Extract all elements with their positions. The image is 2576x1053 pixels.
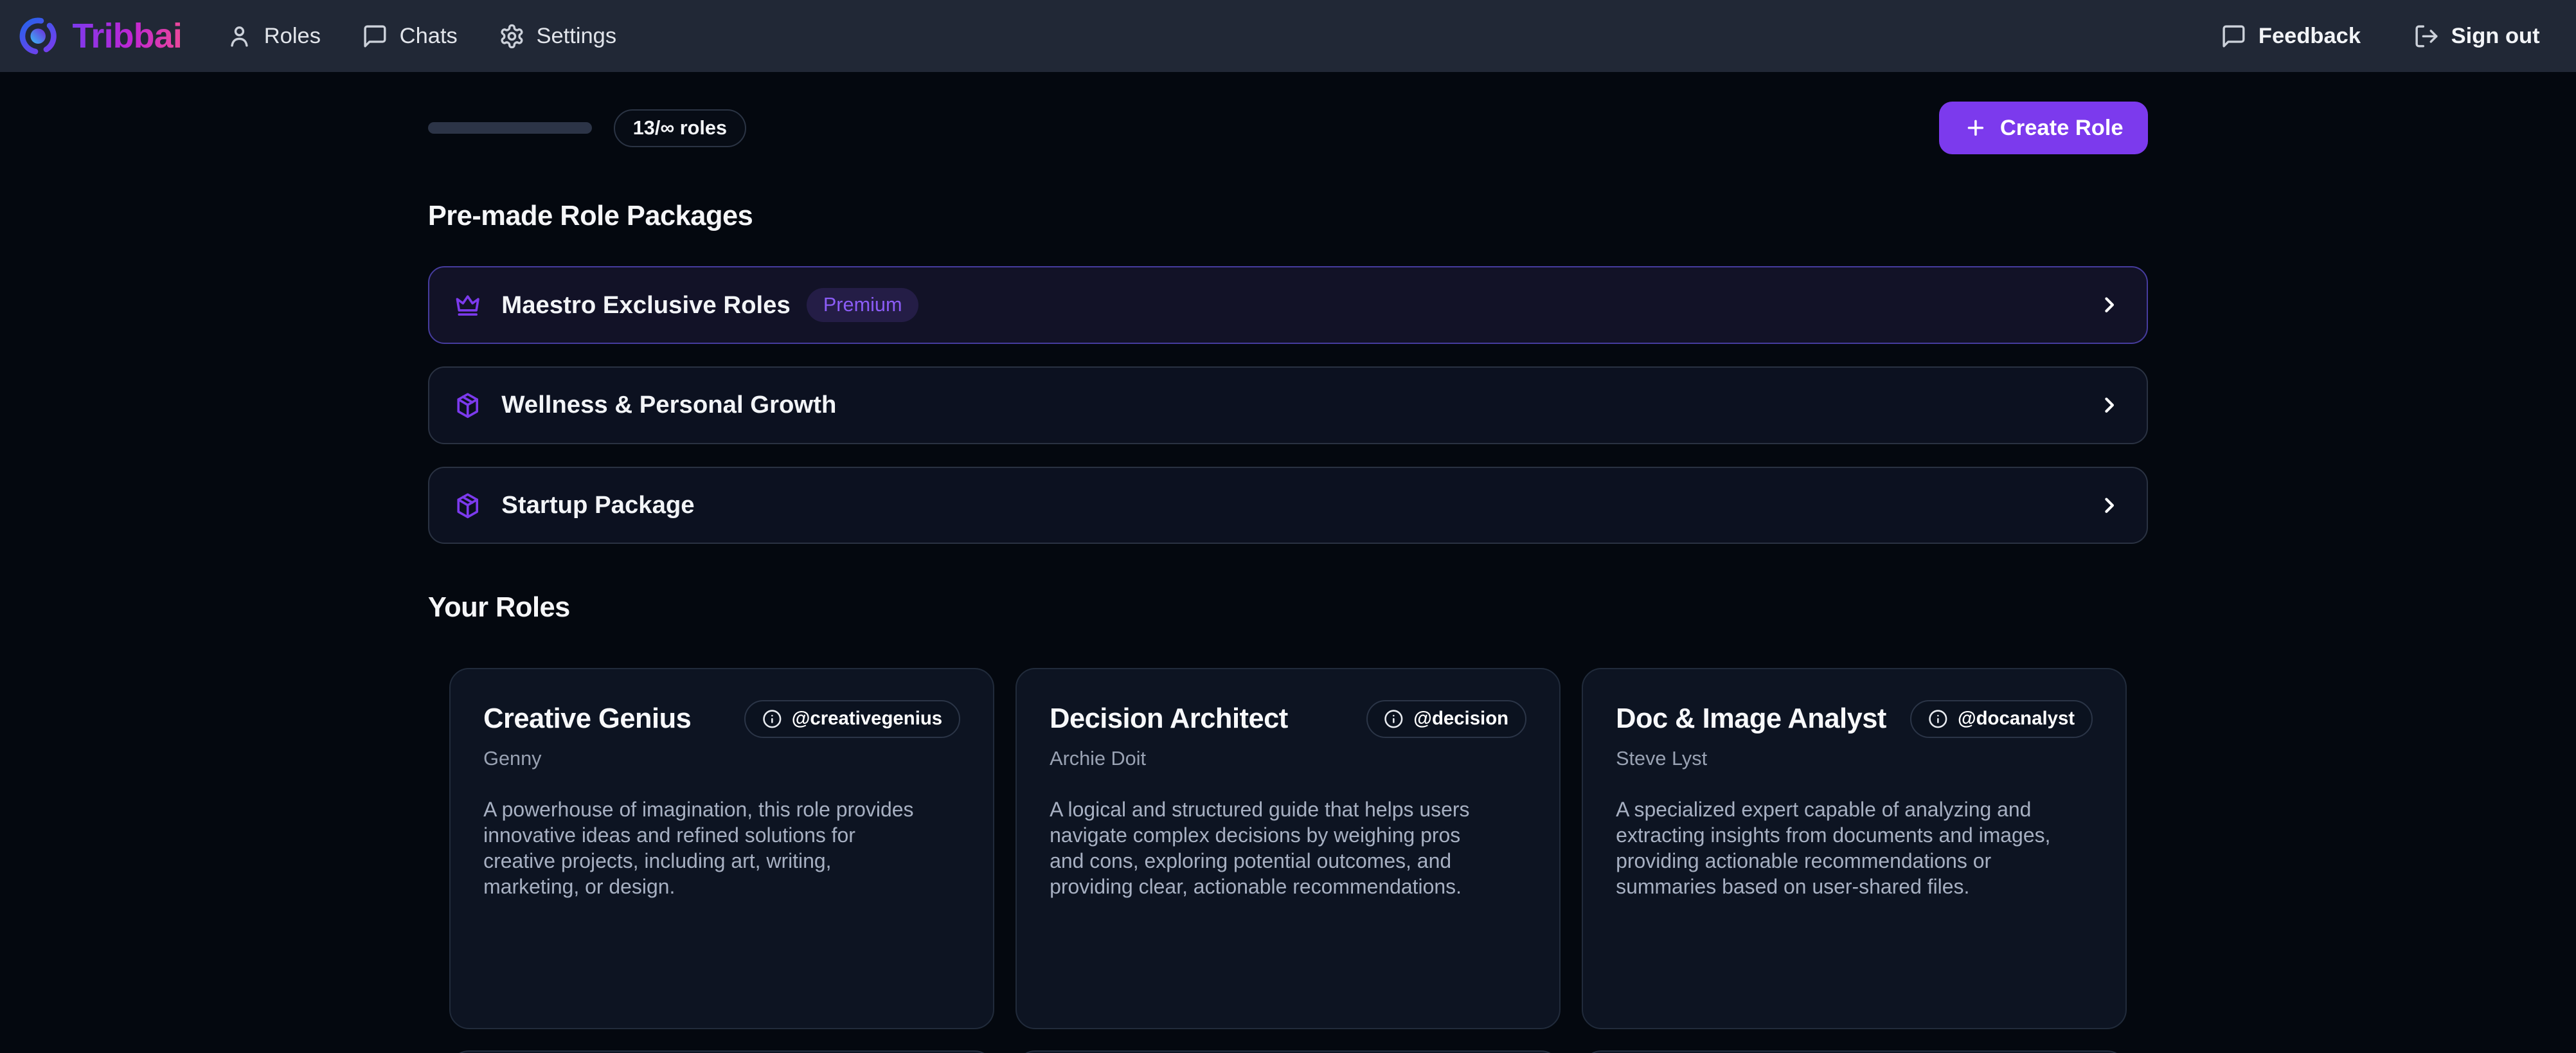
package-name: Wellness & Personal Growth xyxy=(501,391,836,419)
top-nav: Tribbai Roles Chats Settings xyxy=(0,0,2576,72)
plus-icon xyxy=(1964,116,1987,140)
chevron-right-icon xyxy=(2097,292,2122,317)
info-icon xyxy=(1928,709,1948,729)
your-roles-section-title: Your Roles xyxy=(428,592,2148,624)
primary-nav: Roles Chats Settings xyxy=(226,23,616,50)
feedback-button[interactable]: Feedback xyxy=(2221,23,2361,50)
package-row-wellness[interactable]: Wellness & Personal Growth xyxy=(428,366,2148,444)
role-handle: @creativegenius xyxy=(792,708,942,730)
secondary-nav: Feedback Sign out xyxy=(2221,23,2539,50)
role-title: Decision Architect xyxy=(1050,703,1288,735)
nav-item-label: Settings xyxy=(536,24,616,49)
nav-item-roles[interactable]: Roles xyxy=(226,23,321,50)
chat-bubble-icon xyxy=(2221,23,2247,50)
app-root: Tribbai Roles Chats Settings xyxy=(0,0,2576,1053)
package-icon xyxy=(454,392,481,419)
package-row-startup[interactable]: Startup Package xyxy=(428,467,2148,544)
role-description: A logical and structured guide that help… xyxy=(1050,797,1497,900)
nav-item-settings[interactable]: Settings xyxy=(499,23,616,50)
roles-count-badge: 13/∞ roles xyxy=(614,109,746,147)
roles-grid: Creative Genius @creativegenius Genny A … xyxy=(428,668,2148,1029)
chat-bubble-icon xyxy=(362,23,388,50)
role-title: Creative Genius xyxy=(483,703,691,735)
chevron-right-icon xyxy=(2097,493,2122,518)
role-card-header: Decision Architect @decision xyxy=(1050,697,1526,738)
role-handle-badge[interactable]: @docanalyst xyxy=(1910,700,2092,737)
role-handle: @docanalyst xyxy=(1958,708,2075,730)
roles-quota: 13/∞ roles xyxy=(428,109,746,147)
role-handle: @decision xyxy=(1413,708,1508,730)
role-subtitle: Steve Lyst xyxy=(1616,748,2093,770)
role-handle-badge[interactable]: @decision xyxy=(1366,700,1526,737)
role-handle-badge[interactable]: @creativegenius xyxy=(744,700,960,737)
role-subtitle: Archie Doit xyxy=(1050,748,1526,770)
role-card-partial[interactable] xyxy=(1015,1050,1561,1053)
role-card-decision-architect[interactable]: Decision Architect @decision Archie Doit… xyxy=(1015,668,1561,1029)
role-card-doc-image-analyst[interactable]: Doc & Image Analyst @docanalyst Steve Ly… xyxy=(1582,668,2127,1029)
package-row-maestro[interactable]: Maestro Exclusive Roles Premium xyxy=(428,266,2148,343)
logout-icon xyxy=(2413,23,2440,50)
sign-out-button[interactable]: Sign out xyxy=(2413,23,2540,50)
package-name: Startup Package xyxy=(501,491,694,519)
role-card-partial[interactable] xyxy=(1582,1050,2127,1053)
nav-item-label: Chats xyxy=(400,24,458,49)
main-content: 13/∞ roles Create Role Pre-made Role Pac… xyxy=(428,102,2148,1053)
role-description: A specialized expert capable of analyzin… xyxy=(1616,797,2063,900)
info-icon xyxy=(1384,709,1404,729)
chevron-right-icon xyxy=(2097,393,2122,417)
gear-icon xyxy=(499,23,525,50)
sign-out-label: Sign out xyxy=(2451,24,2540,49)
role-card-header: Doc & Image Analyst @docanalyst xyxy=(1616,697,2093,738)
role-card-partial[interactable] xyxy=(449,1050,994,1053)
brand-name: Tribbai xyxy=(72,16,182,56)
brand[interactable]: Tribbai xyxy=(17,15,182,57)
role-title: Doc & Image Analyst xyxy=(1616,703,1886,735)
roles-grid-next-row xyxy=(428,1050,2148,1053)
role-card-header: Creative Genius @creativegenius xyxy=(483,697,960,738)
feedback-label: Feedback xyxy=(2258,24,2361,49)
package-icon xyxy=(454,492,481,519)
info-icon xyxy=(762,709,782,729)
user-icon xyxy=(226,23,253,50)
roles-quota-progress-fill xyxy=(428,122,593,134)
packages-section-title: Pre-made Role Packages xyxy=(428,201,2148,232)
roles-toolbar: 13/∞ roles Create Role xyxy=(428,102,2148,154)
create-role-label: Create Role xyxy=(2000,116,2124,141)
role-subtitle: Genny xyxy=(483,748,960,770)
role-description: A powerhouse of imagination, this role p… xyxy=(483,797,931,900)
create-role-button[interactable]: Create Role xyxy=(1939,102,2148,154)
nav-item-chats[interactable]: Chats xyxy=(362,23,458,50)
role-card-creative-genius[interactable]: Creative Genius @creativegenius Genny A … xyxy=(449,668,994,1029)
tribbai-logo-icon xyxy=(17,15,59,57)
crown-icon xyxy=(454,291,481,319)
nav-item-label: Roles xyxy=(264,24,321,49)
package-name: Maestro Exclusive Roles xyxy=(501,291,791,320)
roles-quota-progressbar xyxy=(428,122,593,134)
premium-badge: Premium xyxy=(807,288,918,322)
